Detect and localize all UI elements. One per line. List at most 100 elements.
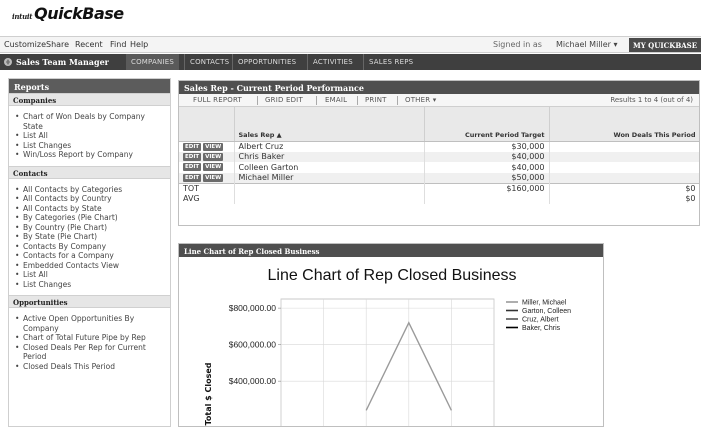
report-link[interactable]: Chart of Won Deals by Company State (15, 112, 166, 131)
global-menu-bar: Customize Share Recent Find Help Signed … (0, 36, 701, 53)
won-cell (549, 172, 699, 183)
row-actions: EDIT VIEW (179, 172, 235, 183)
totals-won: $0 (549, 182, 699, 194)
report-link[interactable]: Chart of Total Future Pipe by Rep (15, 333, 166, 343)
report-link[interactable]: List Changes (15, 280, 166, 290)
print-button[interactable]: PRINT (365, 96, 387, 104)
tab-contacts[interactable]: CONTACTS (184, 54, 234, 70)
view-button[interactable]: VIEW (203, 163, 224, 172)
view-button[interactable]: VIEW (203, 142, 224, 151)
totals-row: TOT $160,000 $0 (179, 182, 699, 194)
legend-label: Cruz, Albert (522, 317, 559, 324)
y-tick-label: $600,000.00 (229, 340, 277, 350)
grid-edit-button[interactable]: GRID EDIT (265, 96, 303, 104)
menu-customize[interactable]: Customize (4, 40, 46, 49)
user-menu[interactable]: Michael Miller ▾ (556, 40, 618, 49)
intuit-logo-text: intuit (12, 12, 33, 21)
edit-button[interactable]: EDIT (183, 173, 202, 182)
report-link[interactable]: List Changes (15, 141, 166, 151)
report-link[interactable]: Closed Deals This Period (15, 362, 166, 372)
plot-area (280, 298, 495, 426)
line-chart: $800,000.00 $600,000.00 $400,000.00 Total $… (204, 298, 571, 426)
average-target (424, 193, 550, 204)
table-row: EDIT VIEW Chris Baker $40,000 (179, 151, 699, 162)
edit-button[interactable]: EDIT (183, 163, 202, 172)
actions-column-header (179, 107, 235, 142)
results-count: Results 1 to 4 (out of 4) (610, 96, 693, 104)
column-header-sales-rep[interactable]: Sales Rep ▲ (234, 107, 425, 142)
sidebar-title: Reports (9, 79, 170, 93)
edit-button[interactable]: EDIT (183, 142, 202, 151)
won-cell (549, 162, 699, 173)
toolbar-divider (316, 96, 317, 105)
sales-rep-report-panel: Sales Rep - Current Period Performance F… (178, 80, 700, 226)
y-tick-label: $400,000.00 (229, 376, 277, 386)
sales-rep-table: Sales Rep ▲ Current Period Target Won De… (179, 107, 699, 204)
report-link[interactable]: List All (15, 131, 166, 141)
other-dropdown[interactable]: OTHER ▾ (405, 96, 436, 104)
my-quickbase-button[interactable]: MY QUICKBASE (629, 38, 701, 52)
y-axis-label: Total $ Closed (204, 362, 213, 425)
row-actions: EDIT VIEW (179, 141, 235, 152)
report-link[interactable]: All Contacts by State (15, 204, 166, 214)
report-link[interactable]: By State (Pie Chart) (15, 232, 166, 242)
column-header-won-deals[interactable]: Won Deals This Period (549, 107, 699, 142)
average-won: $0 (549, 193, 699, 204)
menu-recent[interactable]: Recent (75, 40, 103, 49)
report-link[interactable]: All Contacts by Categories (15, 185, 166, 195)
app-name[interactable]: Sales Team Manager (16, 57, 109, 67)
row-actions: EDIT VIEW (179, 151, 235, 162)
full-report-button[interactable]: FULL REPORT (193, 96, 242, 104)
view-button[interactable]: VIEW (203, 173, 224, 182)
email-button[interactable]: EMAIL (325, 96, 347, 104)
report-link[interactable]: Contacts By Company (15, 242, 166, 252)
toolbar-divider (257, 96, 258, 105)
y-tick-label: $800,000.00 (229, 303, 277, 313)
companies-report-list: Chart of Won Deals by Company State List… (9, 106, 170, 166)
quickbase-logo[interactable]: intuit QuickBase (12, 4, 124, 23)
sidebar-section-companies: Companies (9, 93, 170, 106)
quickbase-logo-text: QuickBase (34, 4, 124, 23)
reports-sidebar: Reports Companies Chart of Won Deals by … (8, 78, 171, 427)
report-link[interactable]: All Contacts by Country (15, 194, 166, 204)
report-link[interactable]: Active Open Opportunities By Company (15, 314, 166, 333)
app-icon (4, 58, 12, 66)
menu-find[interactable]: Find (110, 40, 126, 49)
line-chart-panel: Line Chart of Rep Closed Business Line C… (178, 243, 604, 427)
app-tab-bar: Sales Team Manager COMPANIES CONTACTS OP… (0, 54, 701, 70)
menu-share[interactable]: Share (46, 40, 69, 49)
toolbar-divider (357, 96, 358, 105)
report-link[interactable]: By Country (Pie Chart) (15, 223, 166, 233)
average-label: AVG (179, 193, 235, 204)
column-header-target[interactable]: Current Period Target (424, 107, 550, 142)
tab-companies[interactable]: COMPANIES (126, 54, 179, 70)
sidebar-section-opportunities: Opportunities (9, 295, 170, 308)
report-title: Sales Rep - Current Period Performance (179, 81, 699, 94)
target-cell: $30,000 (424, 141, 550, 152)
report-link[interactable]: List All (15, 270, 166, 280)
report-link[interactable]: Closed Deals Per Rep for Current Period (15, 343, 166, 362)
sales-rep-cell: Colleen Garton (234, 162, 425, 173)
menu-help[interactable]: Help (130, 40, 148, 49)
report-link[interactable]: Contacts for a Company (15, 251, 166, 261)
legend-label: Garton, Colleen (522, 308, 571, 315)
tab-sales-reps[interactable]: SALES REPS (363, 54, 418, 70)
tab-activities[interactable]: ACTIVITIES (307, 54, 358, 70)
report-link[interactable]: Win/Loss Report by Company (15, 150, 166, 160)
won-cell (549, 141, 699, 152)
totals-target: $160,000 (424, 182, 550, 194)
target-cell: $40,000 (424, 151, 550, 162)
table-row: EDIT VIEW Michael Miller $50,000 (179, 172, 699, 183)
tab-opportunities[interactable]: OPPORTUNITIES (232, 54, 301, 70)
sales-rep-cell: Chris Baker (234, 151, 425, 162)
view-button[interactable]: VIEW (203, 152, 224, 161)
totals-label: TOT (179, 182, 235, 194)
opportunities-report-list: Active Open Opportunities By Company Cha… (9, 308, 170, 377)
report-link[interactable]: By Categories (Pie Chart) (15, 213, 166, 223)
sales-rep-cell: Michael Miller (234, 172, 425, 183)
table-row: EDIT VIEW Colleen Garton $40,000 (179, 162, 699, 173)
row-actions: EDIT VIEW (179, 162, 235, 173)
average-spacer (234, 193, 425, 204)
report-link[interactable]: Embedded Contacts View (15, 261, 166, 271)
edit-button[interactable]: EDIT (183, 152, 202, 161)
